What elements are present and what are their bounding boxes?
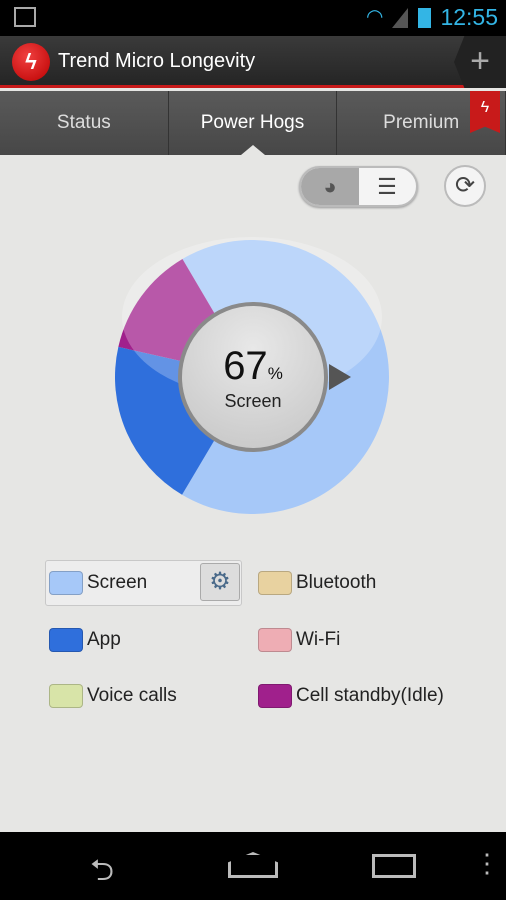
battery-icon [418,8,431,28]
home-icon[interactable] [228,852,278,878]
recents-icon[interactable] [372,854,416,878]
gallery-notification-icon [14,7,36,27]
refresh-icon[interactable]: ⟳ [444,165,486,207]
legend-swatch [49,684,83,708]
legend-label: Cell standby(Idle) [296,685,444,706]
legend-item-screen[interactable]: Screen [49,561,147,605]
legend-swatch [258,571,292,595]
signal-icon [392,8,408,28]
app-bar: ϟ Trend Micro Longevity + [0,36,506,88]
center-value: 67 [223,344,268,388]
center-readout: 67% Screen [178,302,328,452]
back-icon[interactable]: ⮌ [90,848,114,899]
legend-label: Voice calls [87,685,177,706]
navigation-bar: ⮌ ⋮ [0,832,506,900]
app-logo-icon[interactable]: ϟ [12,43,50,81]
legend-swatch [49,628,83,652]
center-label: Screen [224,391,282,411]
legend-item-bluetooth[interactable]: Bluetooth [258,561,376,605]
legend-label: App [87,629,121,650]
status-bar: ◠ 12:55 [0,0,506,36]
app-title: Trend Micro Longevity [58,50,256,72]
tab-status[interactable]: Status [0,91,169,155]
clock: 12:55 [440,4,498,30]
wifi-icon: ◠ [366,6,384,28]
plus-icon[interactable]: + [454,36,506,88]
view-toggle[interactable]: ◕ ☰ [299,166,418,207]
legend-label: Wi-Fi [296,629,341,650]
legend-label: Bluetooth [296,572,377,593]
legend-item-wifi[interactable]: Wi-Fi [258,618,340,662]
overflow-menu-icon[interactable]: ⋮ [474,848,500,879]
legend-swatch [49,571,83,595]
legend-swatch [258,628,292,652]
legend-label: Screen [87,572,148,593]
center-unit: % [267,364,283,383]
active-tab-indicator [241,145,265,155]
gear-icon[interactable]: ⚙ [200,563,240,601]
legend-item-voice-calls[interactable]: Voice calls [49,674,177,718]
list-view-icon[interactable]: ☰ [358,168,416,205]
pointer-icon [329,364,351,390]
pie-view-icon[interactable]: ◕ [301,168,359,205]
legend-item-app[interactable]: App [49,618,121,662]
legend-swatch [258,684,292,708]
premium-ribbon-icon[interactable]: ϟ [470,91,500,133]
legend-item-cell-standby[interactable]: Cell standby(Idle) [258,674,444,718]
